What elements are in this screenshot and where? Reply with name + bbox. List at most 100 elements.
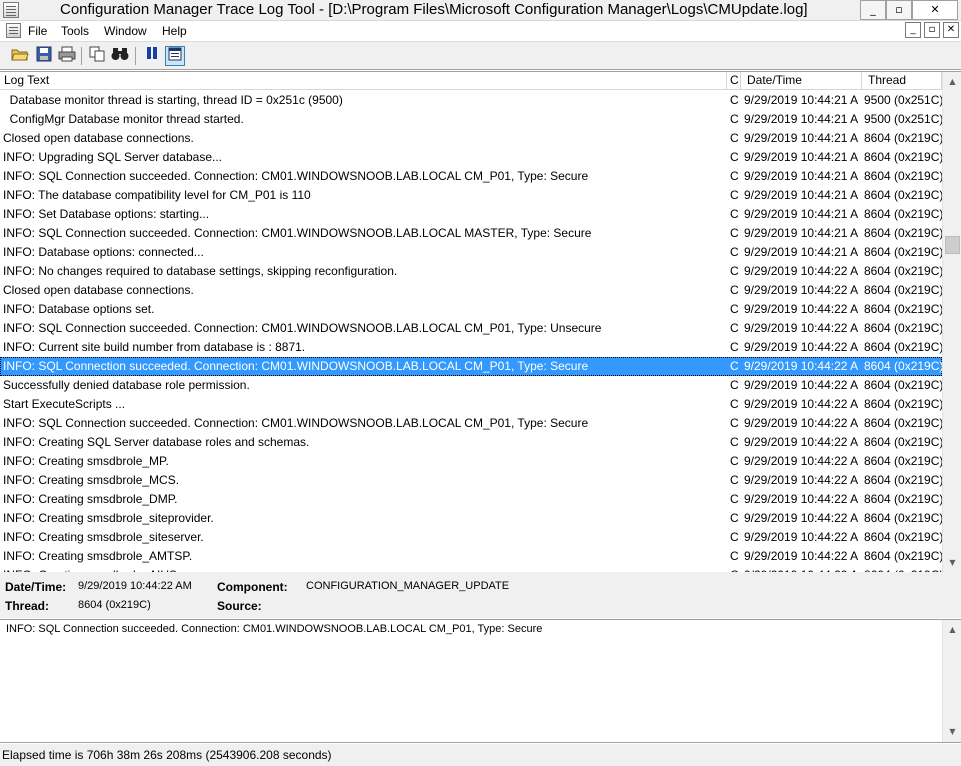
log-row[interactable]: ConfigMgr Database monitor thread starte… <box>0 110 942 129</box>
component-cell: C <box>730 150 739 164</box>
log-row[interactable]: INFO: Current site build number from dat… <box>0 338 942 357</box>
thread-label: Thread: <box>5 599 50 613</box>
log-text-cell: INFO: SQL Connection succeeded. Connecti… <box>3 416 589 430</box>
menu-file[interactable]: File <box>28 24 47 38</box>
menu-bar: File Tools Window Help <box>0 21 961 41</box>
log-row[interactable]: INFO: SQL Connection succeeded. Connecti… <box>0 167 942 186</box>
log-row[interactable]: INFO: Creating SQL Server database roles… <box>0 433 942 452</box>
log-row[interactable]: INFO: Creating smsdbrole_MCS. C 9/29/2019 … <box>0 471 942 490</box>
scroll-up-arrow-icon[interactable]: ▲ <box>944 73 961 90</box>
log-row[interactable]: INFO: Creating smsdbrole_AMTSP. C 9/29/201… <box>0 547 942 566</box>
log-row[interactable]: INFO: Upgrading SQL Server database... C 9… <box>0 148 942 167</box>
log-rows: Database monitor thread is starting, thr… <box>0 91 942 572</box>
log-text-cell: Successfully denied database role permis… <box>3 378 250 392</box>
log-text-cell: INFO: Creating smsdbrole_AMTSP. <box>3 549 193 563</box>
datetime-value: 9/29/2019 10:44:22 AM <box>78 580 192 592</box>
child-minimize-button[interactable]: _ <box>905 22 921 38</box>
log-row[interactable]: Start ExecuteScripts ... C 9/29/2019 10:44… <box>0 395 942 414</box>
scroll-thumb[interactable] <box>945 236 960 254</box>
thread-cell: 8604 (0x219C) <box>864 302 942 316</box>
menu-help[interactable]: Help <box>162 24 187 38</box>
column-thread[interactable]: Thread <box>862 72 942 90</box>
date-time-cell: 9/29/2019 10:44:21 AM <box>744 112 858 126</box>
restore-button[interactable]: ▫ <box>886 0 912 20</box>
date-time-cell: 9/29/2019 10:44:22 AM <box>744 530 858 544</box>
toolbar <box>0 41 961 70</box>
scroll-up-arrow-icon[interactable]: ▲ <box>944 621 961 638</box>
component-cell: C <box>730 549 739 563</box>
log-row[interactable]: INFO: Creating smsdbrole_DMP. C 9/29/2019 … <box>0 490 942 509</box>
date-time-cell: 9/29/2019 10:44:22 AM <box>744 359 858 373</box>
app-icon[interactable] <box>3 2 19 18</box>
minimize-button[interactable]: _ <box>860 0 886 20</box>
printer-icon[interactable] <box>57 46 77 66</box>
child-restore-button[interactable]: ▫ <box>924 22 940 38</box>
date-time-cell: 9/29/2019 10:44:22 AM <box>744 492 858 506</box>
column-component[interactable]: C <box>727 72 741 90</box>
log-row[interactable]: Closed open database connections. C 9/29/2… <box>0 129 942 148</box>
log-row[interactable]: Successfully denied database role permis… <box>0 376 942 395</box>
thread-cell: 8604 (0x219C) <box>864 207 942 221</box>
details-pane-icon[interactable] <box>165 46 185 66</box>
date-time-cell: 9/29/2019 10:44:22 AM <box>744 302 858 316</box>
log-row[interactable]: INFO: SQL Connection succeeded. Connecti… <box>0 319 942 338</box>
thread-cell: 8604 (0x219C) <box>864 454 942 468</box>
title-bar: Configuration Manager Trace Log Tool - [… <box>0 0 961 21</box>
log-row[interactable]: Database monitor thread is starting, thr… <box>0 91 942 110</box>
thread-cell: 8604 (0x219C) <box>864 245 942 259</box>
date-time-cell: 9/29/2019 10:44:22 AM <box>744 435 858 449</box>
thread-cell: 8604 (0x219C) <box>864 549 942 563</box>
log-row[interactable]: INFO: No changes required to database se… <box>0 262 942 281</box>
log-list[interactable]: Log Text C Date/Time Thread Database mon… <box>0 71 961 572</box>
log-row[interactable]: INFO: The database compatibility level f… <box>0 186 942 205</box>
date-time-cell: 9/29/2019 10:44:22 AM <box>744 397 858 411</box>
copy-icon[interactable] <box>87 46 107 66</box>
toolbar-separator <box>81 47 82 65</box>
log-row[interactable]: INFO: Database options: connected... C 9/2… <box>0 243 942 262</box>
log-text-cell: INFO: Upgrading SQL Server database... <box>3 150 222 164</box>
log-row[interactable]: INFO: Set Database options: starting... C… <box>0 205 942 224</box>
close-button[interactable]: ✕ <box>912 0 958 20</box>
log-row[interactable]: INFO: Creating smsdbrole_siteprovider. C 9… <box>0 509 942 528</box>
log-text-cell: ConfigMgr Database monitor thread starte… <box>3 112 244 126</box>
save-icon[interactable] <box>34 46 54 66</box>
component-cell: C <box>730 492 739 506</box>
message-scrollbar[interactable]: ▲ ▼ <box>942 620 961 742</box>
thread-cell: 9500 (0x251C) <box>864 112 942 126</box>
log-text-cell: INFO: Database options: connected... <box>3 245 204 259</box>
thread-cell: 8604 (0x219C) <box>864 283 942 297</box>
component-value: CONFIGURATION_MANAGER_UPDATE <box>306 580 510 592</box>
child-close-button[interactable]: ✕ <box>943 22 959 38</box>
menu-window[interactable]: Window <box>104 24 147 38</box>
thread-cell: 8604 (0x219C) <box>864 340 942 354</box>
log-text-cell: INFO: Creating smsdbrole_siteprovider. <box>3 511 214 525</box>
scroll-down-arrow-icon[interactable]: ▼ <box>944 554 961 571</box>
thread-cell: 8604 (0x219C) <box>864 473 942 487</box>
menu-tools[interactable]: Tools <box>61 24 89 38</box>
datetime-label: Date/Time: <box>5 580 67 594</box>
log-row[interactable]: INFO: Database options set. C 9/29/2019 10… <box>0 300 942 319</box>
log-row[interactable]: INFO: SQL Connection succeeded. Connecti… <box>0 357 942 376</box>
folder-open-icon[interactable] <box>10 46 30 66</box>
message-box[interactable]: INFO: SQL Connection succeeded. Connecti… <box>0 619 961 743</box>
log-text-cell: INFO: SQL Connection succeeded. Connecti… <box>3 226 592 240</box>
column-date-time[interactable]: Date/Time <box>741 72 862 90</box>
document-icon[interactable] <box>6 23 21 38</box>
log-scrollbar[interactable]: ▲ ▼ <box>942 72 961 572</box>
status-text: Elapsed time is 706h 38m 26s 208ms (2543… <box>2 748 332 762</box>
component-cell: C <box>730 359 739 373</box>
log-row[interactable]: INFO: Creating smsdbrole_MP. C 9/29/2019 1… <box>0 452 942 471</box>
log-row[interactable]: INFO: SQL Connection succeeded. Connecti… <box>0 414 942 433</box>
log-text-cell: INFO: Creating smsdbrole_DMP. <box>3 492 178 506</box>
pause-icon[interactable] <box>142 46 162 66</box>
log-row[interactable]: INFO: Creating smsdbrole_siteserver. C 9/2… <box>0 528 942 547</box>
thread-cell: 8604 (0x219C) <box>864 359 942 373</box>
binoculars-icon[interactable] <box>110 46 130 66</box>
component-cell: C <box>730 188 739 202</box>
date-time-cell: 9/29/2019 10:44:21 AM <box>744 226 858 240</box>
log-row[interactable]: INFO: SQL Connection succeeded. Connecti… <box>0 224 942 243</box>
scroll-down-arrow-icon[interactable]: ▼ <box>944 723 961 740</box>
log-row[interactable]: Closed open database connections. C 9/29/2… <box>0 281 942 300</box>
column-log-text[interactable]: Log Text <box>0 72 727 90</box>
date-time-cell: 9/29/2019 10:44:22 AM <box>744 340 858 354</box>
